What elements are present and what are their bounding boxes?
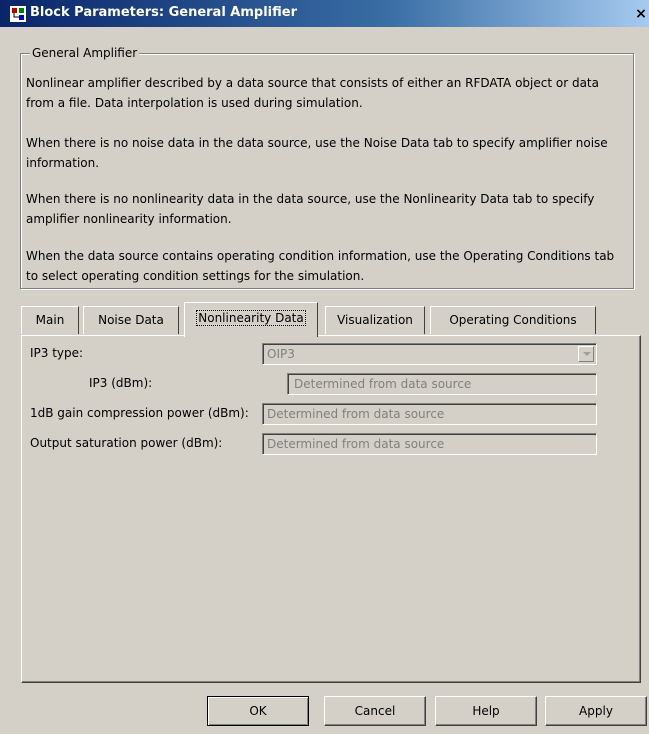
- output-saturation-label: Output saturation power (dBm):: [30, 436, 223, 450]
- ip3-label: IP3 (dBm):: [89, 376, 153, 390]
- description-paragraph: When there is no nonlinearity data in th…: [26, 192, 595, 226]
- tab-nonlinearity-data[interactable]: Nonlinearity Data: [184, 302, 318, 337]
- tab-noise-data[interactable]: Noise Data: [83, 306, 179, 334]
- gain-compression-field[interactable]: Determined from data source: [262, 403, 597, 425]
- output-saturation-field[interactable]: Determined from data source: [262, 433, 597, 455]
- title-bar: Block Parameters: General Amplifier ×: [0, 0, 649, 27]
- simulink-block-icon: [10, 6, 26, 22]
- tab-visualization[interactable]: Visualization: [325, 306, 425, 334]
- tab-operating-conditions[interactable]: Operating Conditions: [430, 306, 596, 334]
- tab-main[interactable]: Main: [21, 306, 79, 334]
- description-paragraph: Nonlinear amplifier described by a data …: [26, 76, 599, 110]
- apply-button[interactable]: Apply: [545, 696, 647, 726]
- description-paragraph: When there is no noise data in the data …: [26, 136, 608, 170]
- chevron-down-icon[interactable]: [578, 346, 594, 362]
- description-paragraph: When the data source contains operating …: [26, 249, 615, 283]
- group-legend: General Amplifier: [30, 46, 140, 60]
- ip3-field[interactable]: Determined from data source: [287, 373, 597, 395]
- ip3-type-value: OIP3: [267, 347, 295, 361]
- ip3-type-label: IP3 type:: [30, 346, 84, 360]
- close-button[interactable]: ×: [631, 4, 649, 24]
- gain-compression-label: 1dB gain compression power (dBm):: [30, 406, 249, 420]
- ip3-type-select[interactable]: OIP3: [262, 343, 597, 365]
- window-title: Block Parameters: General Amplifier: [30, 5, 297, 20]
- ok-button[interactable]: OK: [207, 696, 309, 726]
- cancel-button[interactable]: Cancel: [324, 696, 426, 726]
- help-button[interactable]: Help: [435, 696, 537, 726]
